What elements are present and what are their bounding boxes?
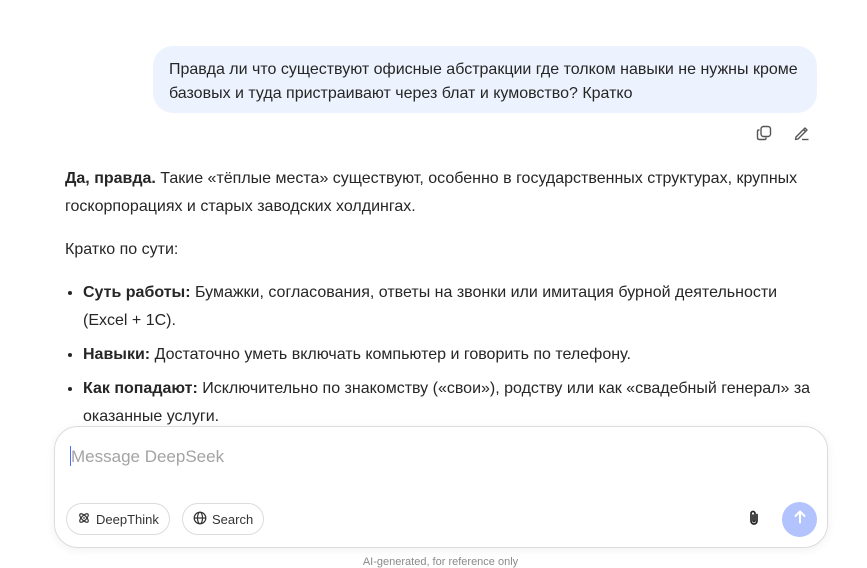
message-input[interactable] [69,441,813,473]
attach-file-button[interactable] [741,507,767,533]
text-caret [70,446,71,466]
answer-intro-bold: Да, правда. [65,170,156,187]
arrow-up-icon [791,508,809,531]
summary-heading: Кратко по сути: [65,241,179,258]
search-toggle[interactable]: Search [182,503,265,535]
assistant-answer: Да, правда. Такие «тёплые места» существ… [65,165,825,425]
list-item: Навыки: Достаточно уметь включать компью… [83,341,825,369]
copy-icon [755,124,773,147]
answer-bullet-list: Суть работы: Бумажки, согласования, отве… [65,279,825,425]
answer-intro: Да, правда. Такие «тёплые места» существ… [65,165,825,221]
edit-pencil-icon [793,124,811,147]
disclaimer: AI-generated, for reference only [362,556,519,568]
search-label: Search [212,511,254,527]
globe-icon [193,511,207,528]
send-button[interactable] [782,502,817,537]
edit-button[interactable] [790,124,814,146]
deepthink-icon [77,511,91,528]
paperclip-icon [744,508,764,533]
answer-intro-text: Такие «тёплые места» существуют, особенн… [65,170,798,215]
deepthink-label: DeepThink [96,511,159,527]
bullet-label: Как попадают: [83,380,198,397]
list-item: Как попадают: Исключительно по знакомств… [83,375,825,425]
message-composer: DeepThink Search [54,426,828,548]
message-actions [752,124,814,146]
user-message-bubble: Правда ли что существуют офисные абстрак… [153,46,817,113]
user-message-text: Правда ли что существуют офисные абстрак… [169,61,798,102]
bullet-text: Достаточно уметь включать компьютер и го… [150,346,631,363]
copy-button[interactable] [752,124,776,146]
bullet-label: Суть работы: [83,284,191,301]
deepthink-toggle[interactable]: DeepThink [66,503,170,535]
bullet-label: Навыки: [83,346,151,363]
list-item: Суть работы: Бумажки, согласования, отве… [83,279,825,335]
